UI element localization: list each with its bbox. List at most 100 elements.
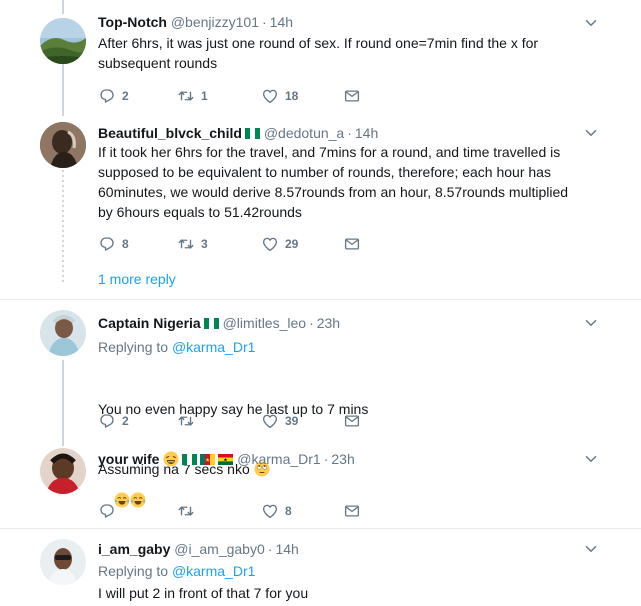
heart-icon — [261, 502, 279, 520]
avatar[interactable] — [40, 122, 86, 168]
envelope-icon — [343, 87, 361, 105]
chevron-down-icon[interactable] — [582, 450, 600, 468]
like-button[interactable]: 39 — [261, 412, 343, 430]
envelope-icon — [343, 235, 361, 253]
username[interactable]: @i_am_gaby0 — [174, 541, 265, 557]
more-replies-link[interactable]: 1 more reply — [98, 271, 176, 287]
username[interactable]: @karma_Dr1 — [237, 451, 320, 467]
tweet[interactable]: i_am_gaby @i_am_gaby0 · 14h Replying to @k… — [0, 529, 641, 606]
timestamp[interactable]: 23h — [317, 315, 340, 331]
tweet[interactable]: Beautiful_blvck_child @dedotun_a · 14h If … — [0, 116, 641, 296]
reply-icon — [98, 235, 116, 253]
chevron-down-icon[interactable] — [582, 540, 600, 558]
replying-to: Replying to @karma_Dr1 — [98, 562, 255, 580]
reply-count: 8 — [122, 237, 129, 251]
username[interactable]: @dedotun_a — [264, 125, 344, 141]
retweet-count: 3 — [201, 237, 208, 251]
nigeria-flag-icon — [204, 318, 219, 329]
heart-icon — [261, 87, 279, 105]
replying-to-label: Replying to — [98, 563, 169, 579]
display-name[interactable]: Beautiful_blvck_child — [98, 125, 242, 141]
retweet-button[interactable]: 3 — [177, 235, 261, 253]
separator-dot: · — [323, 451, 329, 467]
like-button[interactable]: 8 — [261, 502, 343, 520]
timestamp[interactable]: 14h — [355, 125, 378, 141]
replying-to: Replying to @karma_Dr1 — [98, 338, 255, 356]
reply-button[interactable]: 2 — [98, 412, 177, 430]
envelope-icon — [343, 502, 361, 520]
tweet-header: Top-Notch @benjizzy101 · 14h — [98, 13, 293, 31]
tweet-header: Captain Nigeria @limitles_leo · 23h — [98, 314, 340, 332]
tweet-header: i_am_gaby @i_am_gaby0 · 14h — [98, 540, 299, 558]
avatar[interactable] — [40, 18, 86, 64]
username[interactable]: @limitles_leo — [223, 315, 306, 331]
display-name[interactable]: Top-Notch — [98, 14, 167, 30]
retweet-button[interactable] — [177, 502, 261, 520]
like-button[interactable]: 29 — [261, 235, 343, 253]
display-name[interactable]: i_am_gaby — [98, 541, 170, 557]
avatar[interactable] — [40, 310, 86, 356]
reply-icon — [98, 502, 116, 520]
reply-icon — [98, 87, 116, 105]
envelope-icon — [343, 412, 361, 430]
reply-button[interactable]: 2 — [98, 87, 177, 105]
timestamp[interactable]: 14h — [275, 541, 298, 557]
tweet-text: After 6hrs, it was just one round of sex… — [98, 35, 542, 71]
retweet-icon — [177, 502, 195, 520]
tweet-actions: 2 1 18 — [98, 86, 361, 106]
separator-dot: · — [347, 125, 352, 141]
retweet-button[interactable] — [177, 412, 261, 430]
nigeria-flag-icon — [182, 454, 197, 465]
like-button[interactable]: 18 — [261, 87, 343, 105]
heart-icon — [261, 235, 279, 253]
display-name[interactable]: Captain Nigeria — [98, 315, 201, 331]
tweet[interactable]: Captain Nigeria @limitles_leo · 23h Replyi… — [0, 300, 641, 477]
reply-count: 2 — [122, 89, 129, 103]
replying-to-label: Replying to — [98, 339, 169, 355]
cameroon-flag-icon — [200, 454, 215, 465]
tweet-header: your wife @karma_Dr1 · 23h — [98, 450, 355, 468]
retweet-icon — [177, 412, 195, 430]
chevron-down-icon[interactable] — [582, 314, 600, 332]
timestamp[interactable]: 23h — [331, 451, 354, 467]
tweet-text: If it took her 6hrs for the travel, and … — [98, 144, 572, 220]
tweet[interactable]: your wife @karma_Dr1 · 23h 8 — [0, 440, 641, 528]
retweet-icon — [177, 235, 195, 253]
display-name[interactable]: your wife — [98, 451, 159, 467]
separator-dot: · — [309, 315, 314, 331]
retweet-icon — [177, 87, 195, 105]
reply-icon — [98, 412, 116, 430]
tweet-text — [98, 470, 588, 530]
separator-dot: · — [267, 541, 273, 557]
avatar[interactable] — [40, 448, 86, 494]
direct-message-button[interactable] — [343, 87, 361, 105]
replying-to-handle[interactable]: @karma_Dr1 — [172, 563, 255, 579]
direct-message-button[interactable] — [343, 502, 361, 520]
avatar[interactable] — [40, 539, 86, 585]
laughing-emoji-icon — [163, 451, 179, 467]
ghana-flag-icon — [218, 454, 233, 465]
timestamp[interactable]: 14h — [270, 14, 293, 30]
chevron-down-icon[interactable] — [582, 124, 600, 142]
username[interactable]: @benjizzy101 — [171, 14, 259, 30]
tweet-actions: 2 39 — [98, 411, 361, 431]
reply-count: 2 — [122, 414, 129, 428]
like-count: 8 — [285, 504, 292, 518]
tweet-actions: 8 — [98, 501, 361, 521]
heart-icon — [261, 412, 279, 430]
replying-to-handle[interactable]: @karma_Dr1 — [172, 339, 255, 355]
nigeria-flag-icon — [245, 128, 260, 139]
like-count: 18 — [285, 89, 299, 103]
tweet-actions: 8 3 29 — [98, 234, 361, 254]
chevron-down-icon[interactable] — [582, 14, 600, 32]
tweet-text: I will put 2 in front of that 7 for you — [98, 585, 309, 601]
reply-button[interactable]: 8 — [98, 235, 177, 253]
direct-message-button[interactable] — [343, 412, 361, 430]
reply-button[interactable] — [98, 502, 177, 520]
separator-dot: · — [262, 14, 267, 30]
direct-message-button[interactable] — [343, 235, 361, 253]
like-count: 39 — [285, 414, 299, 428]
retweet-button[interactable]: 1 — [177, 87, 261, 105]
tweet[interactable]: Top-Notch @benjizzy101 · 14h After 6hrs, i… — [0, 0, 641, 116]
like-count: 29 — [285, 237, 299, 251]
